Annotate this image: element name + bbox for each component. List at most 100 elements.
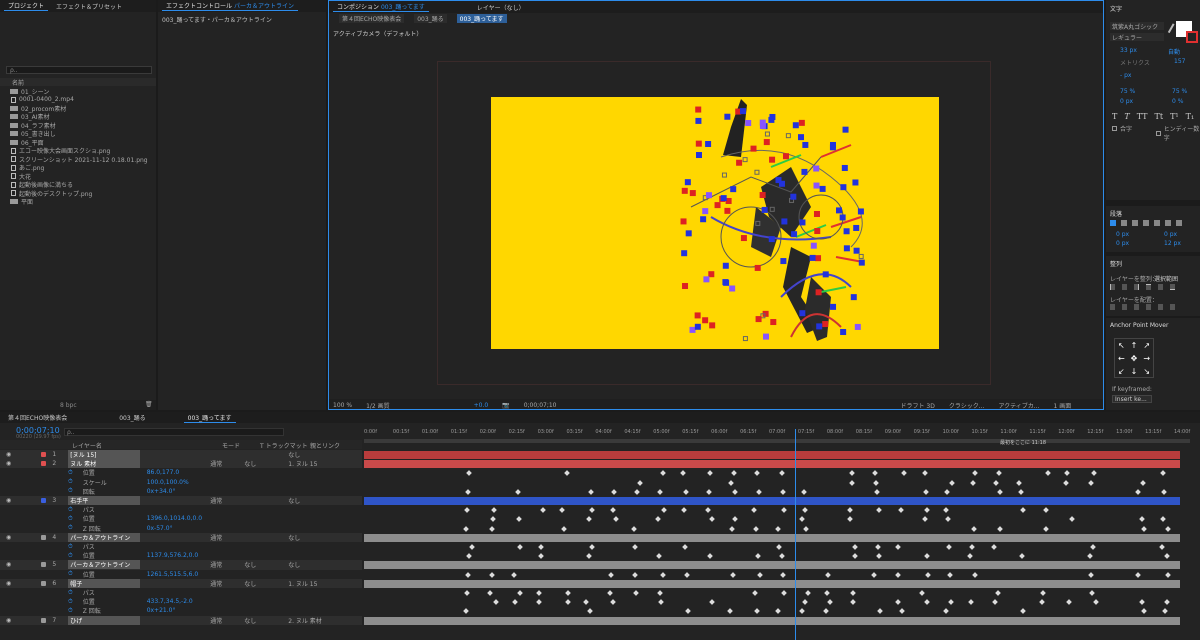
layer-trackmatte[interactable]: なし bbox=[244, 616, 288, 625]
keyframe[interactable] bbox=[996, 470, 1002, 477]
property-value[interactable]: 0x+34.0° bbox=[147, 488, 176, 495]
property-value[interactable]: 86.0,177.0 bbox=[147, 469, 179, 476]
distribute-left-icon[interactable] bbox=[1146, 304, 1151, 310]
keyframe[interactable] bbox=[751, 507, 757, 514]
project-column-header[interactable]: 名前 bbox=[0, 78, 156, 87]
baseline-value[interactable]: 0 px bbox=[1120, 98, 1133, 105]
keyframe[interactable] bbox=[613, 516, 619, 523]
layer-duration-bar[interactable] bbox=[364, 497, 1180, 505]
keyframe[interactable] bbox=[660, 470, 666, 477]
indent-left-value[interactable]: 0 px bbox=[1116, 231, 1129, 238]
path-vertex-handle[interactable] bbox=[695, 106, 702, 113]
keyframe[interactable] bbox=[729, 525, 735, 532]
layer-row[interactable]: ◉ 1 [ヌル 15] なし bbox=[0, 450, 362, 460]
layer-name[interactable]: パーカ＆アウトライン bbox=[68, 532, 141, 542]
keyframe[interactable] bbox=[1159, 544, 1165, 550]
keyframe[interactable] bbox=[607, 590, 613, 596]
stopwatch-icon[interactable]: ⏱ bbox=[68, 524, 73, 532]
project-item[interactable]: 起動後画像に満ちる bbox=[0, 181, 156, 189]
keyframe[interactable] bbox=[968, 599, 974, 606]
keyframe[interactable] bbox=[463, 525, 469, 532]
tracking-value[interactable]: 157 bbox=[1174, 58, 1185, 65]
distribute-top-icon[interactable] bbox=[1110, 304, 1115, 310]
keyframe[interactable] bbox=[1066, 599, 1072, 606]
keyframe[interactable] bbox=[707, 470, 713, 477]
keyframe[interactable] bbox=[465, 571, 471, 578]
path-vertex-handle[interactable] bbox=[745, 120, 752, 127]
path-vertex-handle[interactable] bbox=[798, 134, 805, 141]
project-item[interactable]: 01_シーン bbox=[0, 87, 156, 96]
property-value[interactable]: 0x-57.0° bbox=[147, 525, 173, 532]
keyframe[interactable] bbox=[850, 599, 856, 606]
superscript-button[interactable]: T¹ bbox=[1170, 112, 1179, 121]
keyframe[interactable] bbox=[922, 516, 928, 523]
path-vertex-handle[interactable] bbox=[682, 283, 689, 290]
path-vertex-handle[interactable] bbox=[730, 186, 737, 193]
path-vertex-handle[interactable] bbox=[814, 228, 821, 235]
keyframe[interactable] bbox=[1019, 553, 1025, 560]
path-vertex-handle[interactable] bbox=[689, 326, 696, 333]
path-vertex-handle[interactable] bbox=[696, 152, 703, 159]
keyframe[interactable] bbox=[873, 479, 879, 486]
keyframe[interactable] bbox=[464, 590, 470, 596]
col-trackmatte[interactable]: T トラックマット bbox=[260, 441, 308, 450]
keyframe[interactable] bbox=[516, 516, 522, 523]
trash-icon[interactable]: 🗑 bbox=[145, 401, 153, 408]
keyframe[interactable] bbox=[992, 599, 998, 606]
stopwatch-icon[interactable]: ⏱ bbox=[68, 515, 73, 523]
layer-label-color[interactable] bbox=[41, 562, 47, 568]
layer-parent[interactable]: なし bbox=[288, 533, 328, 542]
font-size-value[interactable]: 33 px bbox=[1120, 47, 1137, 54]
tab-effect-controls[interactable]: エフェクトコントロール パーカ＆アウトライン bbox=[162, 1, 298, 11]
keyframe[interactable] bbox=[997, 525, 1003, 532]
stroke-color-swatch[interactable] bbox=[1186, 31, 1198, 43]
keyframe[interactable] bbox=[997, 488, 1003, 495]
keyframe[interactable] bbox=[875, 544, 881, 550]
keyframe[interactable] bbox=[491, 507, 497, 514]
style-dropdown[interactable]: レギュラー bbox=[1110, 33, 1164, 42]
layer-name[interactable]: 帽子 bbox=[68, 578, 141, 588]
layer-duration-bar[interactable] bbox=[364, 460, 1180, 469]
keyframe[interactable] bbox=[1040, 590, 1046, 596]
keyframe[interactable] bbox=[561, 525, 567, 532]
keyframe[interactable] bbox=[944, 488, 950, 495]
arrow-left-icon[interactable]: ← bbox=[1115, 352, 1128, 365]
stopwatch-icon[interactable]: ⏱ bbox=[68, 607, 73, 615]
keyframe[interactable] bbox=[1016, 479, 1022, 486]
keyframe[interactable] bbox=[922, 470, 928, 477]
keyframe[interactable] bbox=[874, 488, 880, 495]
keyframe[interactable] bbox=[1069, 516, 1075, 523]
keyframe[interactable] bbox=[493, 599, 499, 606]
layer-duration-bar[interactable] bbox=[364, 579, 1180, 588]
keyframe[interactable] bbox=[901, 470, 907, 477]
layer-duration-bar[interactable] bbox=[364, 616, 1180, 625]
keyframe[interactable] bbox=[876, 553, 882, 560]
project-item[interactable]: 02_procom素材 bbox=[0, 104, 156, 113]
keyframe[interactable] bbox=[732, 516, 738, 523]
layer-row[interactable]: ◉ 5 パーカ＆アウトライン 通常 なし なし bbox=[0, 560, 362, 570]
keyframe[interactable] bbox=[515, 488, 521, 495]
indent-right-value[interactable]: 0 px bbox=[1164, 231, 1177, 238]
keyframe[interactable] bbox=[632, 544, 638, 550]
keyframe[interactable] bbox=[1139, 516, 1145, 523]
path-vertex-handle[interactable] bbox=[722, 262, 729, 269]
layer-mode[interactable]: 通常 bbox=[210, 616, 244, 625]
keyframe[interactable] bbox=[728, 479, 734, 486]
path-vertex-handle[interactable] bbox=[852, 179, 859, 186]
path-vertex-handle[interactable] bbox=[792, 122, 799, 129]
small-caps-button[interactable]: Tt bbox=[1155, 112, 1164, 121]
path-vertex-handle[interactable] bbox=[830, 303, 837, 310]
keyframe[interactable] bbox=[637, 479, 643, 486]
keyframe[interactable] bbox=[655, 516, 661, 523]
keyframe[interactable] bbox=[753, 525, 759, 532]
keyframe[interactable] bbox=[849, 470, 855, 477]
path-vertex-handle[interactable] bbox=[822, 321, 829, 328]
keyframe[interactable] bbox=[899, 608, 905, 615]
keyframe[interactable] bbox=[732, 488, 738, 495]
path-vertex-handle[interactable] bbox=[854, 323, 861, 330]
keyframe[interactable] bbox=[1020, 608, 1026, 615]
keyframe[interactable] bbox=[705, 507, 711, 514]
keyframe[interactable] bbox=[949, 479, 955, 486]
path-vertex-handle[interactable] bbox=[680, 218, 687, 225]
keyframe[interactable] bbox=[925, 571, 931, 578]
